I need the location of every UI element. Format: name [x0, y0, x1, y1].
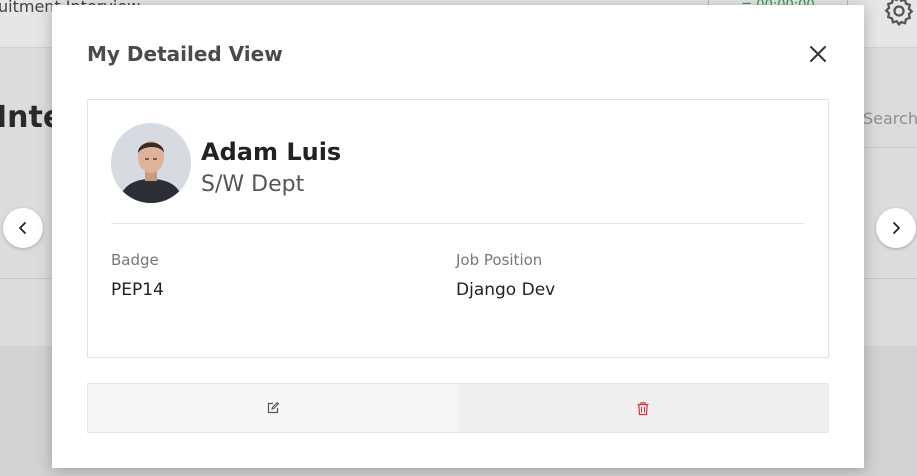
action-bar	[87, 383, 829, 433]
employee-department: S/W Dept	[201, 172, 305, 197]
divider	[858, 147, 917, 148]
chevron-right-icon	[893, 222, 900, 234]
job-position-value: Django Dev	[456, 280, 556, 300]
previous-button[interactable]	[3, 208, 43, 248]
chevron-left-icon	[19, 222, 26, 234]
close-icon[interactable]	[807, 43, 829, 65]
edit-button[interactable]	[88, 384, 458, 432]
employee-card: Adam Luis S/W Dept Badge PEP14 Job Posit…	[87, 99, 829, 358]
avatar-photo	[111, 123, 191, 203]
delete-button[interactable]	[458, 384, 828, 432]
job-position-label: Job Position	[456, 251, 543, 269]
badge-label: Badge	[111, 251, 159, 269]
badge-value: PEP14	[111, 280, 164, 300]
modal-title: My Detailed View	[87, 42, 283, 66]
detail-modal: My Detailed View Adam Luis S/W Dept Badg…	[52, 5, 864, 468]
avatar	[111, 123, 191, 203]
employee-name: Adam Luis	[201, 138, 342, 166]
search-input[interactable]: Search	[863, 109, 917, 128]
gear-icon	[884, 0, 914, 27]
next-button[interactable]	[876, 208, 916, 248]
card-divider	[111, 223, 805, 224]
edit-icon	[267, 401, 280, 414]
trash-icon	[637, 401, 649, 415]
